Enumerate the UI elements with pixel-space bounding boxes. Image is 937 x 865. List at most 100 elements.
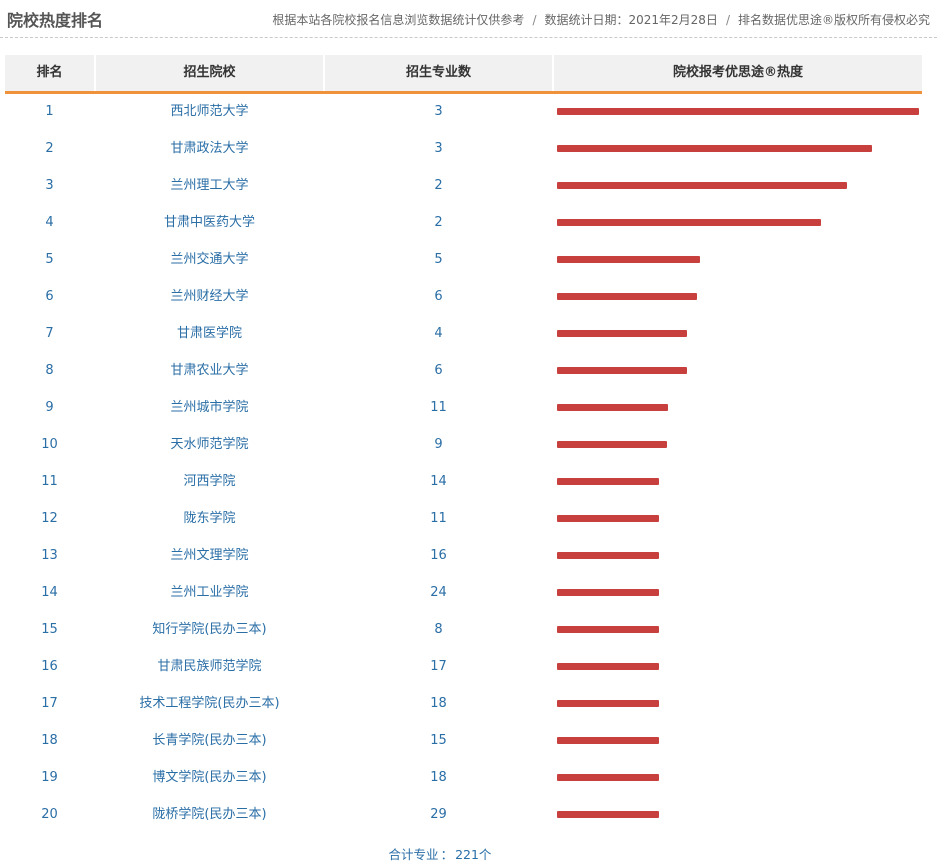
table-row: 18 长青学院(民办三本) 15	[0, 722, 937, 759]
heat-bar	[557, 700, 659, 707]
heat-bar	[557, 552, 659, 559]
rank-cell: 8	[45, 363, 54, 378]
rank-cell: 16	[41, 659, 58, 674]
heat-bar	[557, 774, 659, 781]
table-header: 排名 招生院校 招生专业数 院校报考优思途®热度	[5, 55, 922, 94]
table-row: 4 甘肃中医药大学 2	[0, 204, 937, 241]
table-row: 8 甘肃农业大学 6	[0, 352, 937, 389]
table-row: 15 知行学院(民办三本) 8	[0, 611, 937, 648]
table-row: 7 甘肃医学院 4	[0, 315, 937, 352]
school-link[interactable]: 天水师范学院	[96, 426, 323, 463]
note-copyright: 排名数据优思途®版权所有侵权必究	[737, 13, 930, 27]
top-bar: 院校热度排名 根据本站各院校报名信息浏览数据统计仅供参考 / 数据统计日期：2021…	[0, 0, 937, 38]
majors-count-cell: 24	[430, 585, 447, 600]
heat-bar	[557, 663, 659, 670]
school-link[interactable]: 兰州财经大学	[96, 278, 323, 315]
note-separator: /	[725, 13, 730, 27]
school-link[interactable]: 兰州交通大学	[96, 241, 323, 278]
table-row: 9 兰州城市学院 11	[0, 389, 937, 426]
note-separator: /	[532, 13, 537, 27]
school-link[interactable]: 甘肃农业大学	[96, 352, 323, 389]
school-link[interactable]: 兰州工业学院	[96, 574, 323, 611]
page-title: 院校热度排名	[7, 11, 104, 30]
school-link[interactable]: 甘肃政法大学	[96, 130, 323, 167]
table-row: 13 兰州文理学院 16	[0, 537, 937, 574]
note-date: 数据统计日期：2021年2月28日	[544, 13, 718, 27]
table-row: 11 河西学院 14	[0, 463, 937, 500]
rank-cell: 1	[45, 104, 54, 119]
table-row: 10 天水师范学院 9	[0, 426, 937, 463]
school-link[interactable]: 西北师范大学	[96, 93, 323, 130]
school-link[interactable]: 河西学院	[96, 463, 323, 500]
heat-bar	[557, 811, 659, 818]
column-header-school: 招生院校	[96, 55, 323, 91]
heat-bar	[557, 108, 919, 115]
majors-count-cell: 11	[430, 511, 447, 526]
majors-count-cell: 16	[430, 548, 447, 563]
school-link[interactable]: 兰州文理学院	[96, 537, 323, 574]
heat-bar	[557, 589, 659, 596]
rank-cell: 13	[41, 548, 58, 563]
rank-cell: 18	[41, 733, 58, 748]
heat-bar	[557, 256, 700, 263]
majors-count-cell: 6	[434, 363, 443, 378]
rank-cell: 20	[41, 807, 58, 822]
heat-bar	[557, 478, 659, 485]
heat-bar	[557, 145, 872, 152]
school-link[interactable]: 甘肃中医药大学	[96, 204, 323, 241]
rank-cell: 15	[41, 622, 58, 637]
majors-count-cell: 14	[430, 474, 447, 489]
school-link[interactable]: 陇桥学院(民办三本)	[96, 796, 323, 833]
footer-total: 合计专业： 221个	[388, 847, 492, 862]
table-row: 19 博文学院(民办三本) 18	[0, 759, 937, 796]
school-link[interactable]: 甘肃医学院	[96, 315, 323, 352]
rank-cell: 9	[45, 400, 54, 415]
heat-bar	[557, 441, 667, 448]
school-link[interactable]: 兰州理工大学	[96, 167, 323, 204]
table-row: 3 兰州理工大学 2	[0, 167, 937, 204]
rank-cell: 12	[41, 511, 58, 526]
table-row: 14 兰州工业学院 24	[0, 574, 937, 611]
rank-cell: 10	[41, 437, 58, 452]
table-row: 5 兰州交通大学 5	[0, 241, 937, 278]
majors-count-cell: 6	[434, 289, 443, 304]
rank-cell: 14	[41, 585, 58, 600]
majors-count-cell: 11	[430, 400, 447, 415]
rank-cell: 4	[45, 215, 54, 230]
rank-cell: 5	[45, 252, 54, 267]
heat-bar	[557, 219, 821, 226]
majors-count-cell: 5	[434, 252, 443, 267]
rank-cell: 2	[45, 141, 54, 156]
table-row: 12 陇东学院 11	[0, 500, 937, 537]
rank-cell: 17	[41, 696, 58, 711]
heat-bar	[557, 330, 687, 337]
majors-count-cell: 29	[430, 807, 447, 822]
note-source: 根据本站各院校报名信息浏览数据统计仅供参考	[272, 13, 525, 27]
heat-bar	[557, 182, 847, 189]
rank-cell: 3	[45, 178, 54, 193]
majors-count-cell: 17	[430, 659, 447, 674]
column-header-heat: 院校报考优思途®热度	[554, 55, 922, 91]
rank-cell: 11	[41, 474, 58, 489]
footer-total-label: 合计专业	[388, 847, 439, 862]
school-link[interactable]: 长青学院(民办三本)	[96, 722, 323, 759]
column-header-rank: 排名	[5, 55, 94, 91]
table-row: 17 技术工程学院(民办三本) 18	[0, 685, 937, 722]
school-link[interactable]: 技术工程学院(民办三本)	[96, 685, 323, 722]
column-header-majors: 招生专业数	[325, 55, 552, 91]
heat-bar	[557, 515, 659, 522]
majors-count-cell: 15	[430, 733, 447, 748]
majors-count-cell: 2	[434, 178, 443, 193]
majors-count-cell: 9	[434, 437, 443, 452]
heat-bar	[557, 737, 659, 744]
school-link[interactable]: 陇东学院	[96, 500, 323, 537]
school-link[interactable]: 博文学院(民办三本)	[96, 759, 323, 796]
school-link[interactable]: 兰州城市学院	[96, 389, 323, 426]
majors-count-cell: 4	[434, 326, 443, 341]
school-link[interactable]: 甘肃民族师范学院	[96, 648, 323, 685]
majors-count-cell: 3	[434, 141, 443, 156]
majors-count-cell: 2	[434, 215, 443, 230]
table-row: 2 甘肃政法大学 3	[0, 130, 937, 167]
school-link[interactable]: 知行学院(民办三本)	[96, 611, 323, 648]
rank-cell: 19	[41, 770, 58, 785]
